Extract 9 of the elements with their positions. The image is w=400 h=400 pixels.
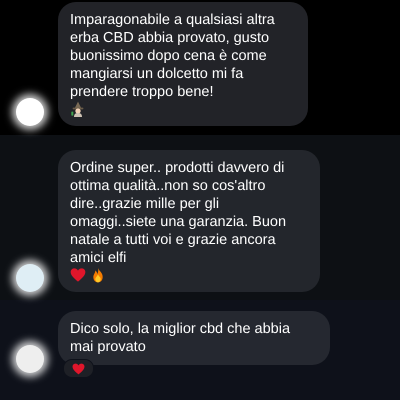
witch-icon xyxy=(70,101,86,117)
heart-icon xyxy=(70,267,86,283)
avatar xyxy=(16,345,44,373)
message-text: Imparagonabile a qualsiasi altra erba CBD abbia provato, gusto buonissimo dopo cena è come mangiarsi un dolcetto mi fa prendere troppo bene! xyxy=(70,11,276,101)
avatar xyxy=(16,98,44,126)
avatar xyxy=(16,264,44,292)
message-text: Ordine super.. prodotti davvero di ottima qualità..non so cos'altro dire..grazie mille per gli omaggi..siete una garanzia. Buon natale a tutti voi e grazie ancora amici elfi xyxy=(70,159,288,267)
message-text: Dico solo, la miglior cbd che abbia mai provato xyxy=(70,320,292,356)
heart-icon xyxy=(72,362,85,374)
